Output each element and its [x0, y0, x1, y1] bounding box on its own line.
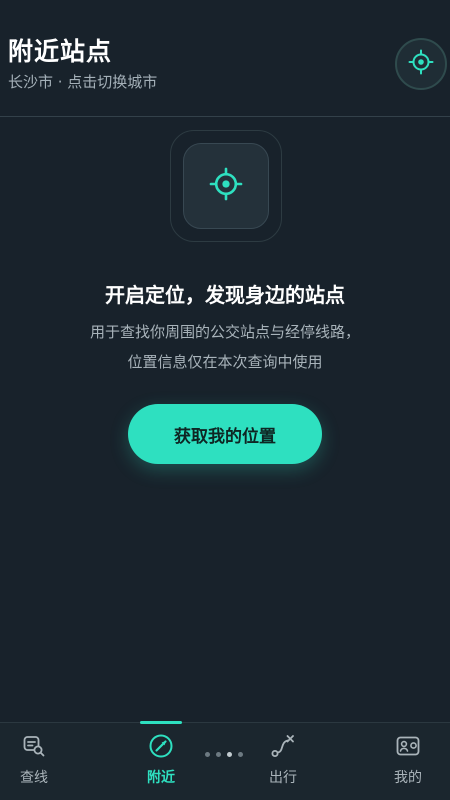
header-divider	[0, 116, 450, 117]
get-location-button[interactable]: 获取我的位置	[128, 404, 322, 464]
route-search-icon	[21, 733, 47, 759]
nav-label: 我的	[394, 770, 422, 786]
trip-path-icon	[270, 733, 296, 759]
hero-description: 用于查找你周围的公交站点与经停线路， 位置信息仅在本次查询中使用	[0, 317, 450, 377]
nav-item-nearby[interactable]: 附近	[137, 723, 185, 800]
locate-crosshair-icon	[209, 167, 243, 205]
nav-label: 附近	[147, 770, 175, 786]
nav-item-mine[interactable]: 我的	[384, 723, 432, 800]
page-dots	[205, 752, 243, 757]
profile-card-icon	[395, 733, 421, 759]
hero-icon-card	[183, 143, 269, 229]
header: 附近站点 长沙市 · 点击切换城市	[0, 0, 450, 117]
active-tab-indicator	[140, 721, 182, 724]
compass-icon	[148, 733, 174, 759]
hero-title: 开启定位，发现身边的站点	[105, 283, 345, 307]
locate-crosshair-icon	[408, 49, 434, 79]
app-screen: 附近站点 长沙市 · 点击切换城市 开启定位，发现身边的站点 用于查找你周围的公…	[0, 0, 450, 800]
nav-item-lines[interactable]: 查线	[10, 723, 58, 800]
hero-description-line: 用于查找你周围的公交站点与经停线路，	[89, 323, 360, 341]
page-dot	[227, 752, 232, 757]
page-dot	[238, 752, 243, 757]
page-dot	[205, 752, 210, 757]
locate-button[interactable]	[395, 38, 447, 90]
bottom-nav: 查线 附近 出行 我的	[0, 722, 450, 800]
nav-item-trip[interactable]: 出行	[259, 723, 307, 800]
hero-description-line: 位置信息仅在本次查询中使用	[127, 353, 323, 371]
page-dot	[216, 752, 221, 757]
page-title: 附近站点	[8, 37, 113, 66]
city-switch-link[interactable]: 长沙市 · 点击切换城市	[8, 71, 157, 92]
nav-label: 出行	[269, 770, 297, 786]
nav-label: 查线	[20, 770, 48, 786]
